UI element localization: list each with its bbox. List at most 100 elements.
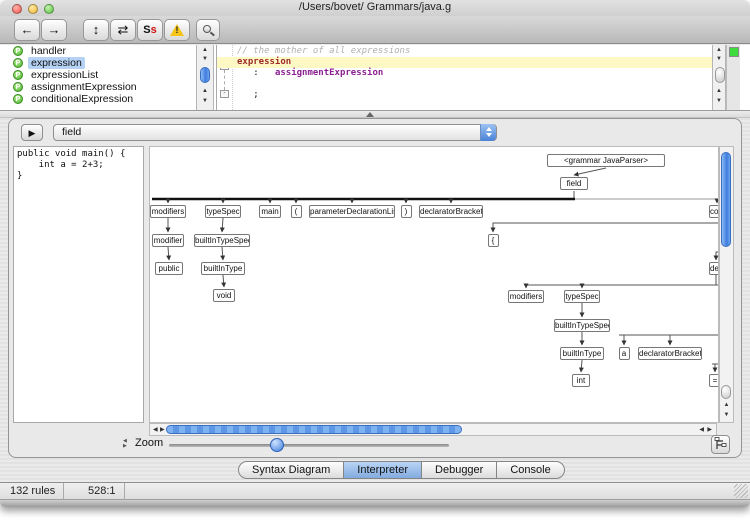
tree-node-rparen: )	[400, 205, 412, 218]
code-segment: :	[237, 68, 275, 78]
interpreter-input[interactable]: public void main() { int a = 2+3; }	[13, 146, 144, 423]
scroll-left-icon[interactable]: ◀	[699, 426, 704, 435]
interpreter-input-text: public void main() { int a = 2+3; }	[17, 149, 126, 181]
zoom-slider-thumb[interactable]	[270, 438, 284, 452]
parser-rule-icon: P	[13, 94, 23, 104]
tree-node-grammar: <grammar JavaParser>	[547, 154, 665, 167]
tree-node-modifiers2: modifiers	[508, 290, 544, 303]
tree-node-main: main	[259, 205, 281, 218]
start-rule-select[interactable]: field	[53, 124, 497, 141]
sort-rules-button[interactable]: ↕	[83, 19, 109, 41]
window-title: /Users/bovet/ Grammars/java.g	[298, 1, 452, 13]
parser-rule-icon: P	[13, 58, 23, 68]
rule-list-item[interactable]: PexpressionList	[0, 69, 196, 81]
status-bar: 132 rules 528:1	[0, 482, 750, 500]
play-icon: ▶	[28, 128, 36, 138]
editor-scrollbar[interactable]: ▲ ▼ ▲ ▼	[712, 45, 726, 110]
scroll-right-icon[interactable]: ▶	[160, 426, 165, 435]
panel-collapse-handle[interactable]: ◀ ▶	[123, 439, 127, 449]
parser-rule-icon: P	[13, 82, 23, 92]
rules-list[interactable]: Phandler Pexpression PexpressionList Passig…	[0, 45, 196, 110]
scroll-up-icon[interactable]: ▲	[720, 401, 733, 410]
tree-node-declaration: declaration	[709, 262, 718, 275]
back-button[interactable]: ←	[14, 19, 40, 41]
editor-lines: // the mother of all expressions expressi…	[217, 46, 712, 101]
scroll-up-icon[interactable]: ▲	[713, 46, 725, 55]
scroll-down-icon[interactable]: ▼	[197, 97, 213, 106]
back-icon: ←	[20, 22, 34, 37]
tree-icon	[714, 437, 727, 449]
window-bottom-edge	[0, 500, 750, 507]
tab-console[interactable]: Console	[497, 461, 565, 479]
tree-node-void: void	[213, 289, 235, 302]
tree-node-modifier: modifier	[152, 234, 184, 247]
fold-line	[224, 70, 225, 90]
scroll-down-icon[interactable]: ▼	[713, 55, 725, 64]
rule-list-item[interactable]: PassignmentExpression	[0, 81, 196, 93]
scroll-up-icon[interactable]: ▲	[713, 87, 725, 96]
tab-syntax-diagram[interactable]: Syntax Diagram	[238, 461, 345, 479]
editor-scrollbar-thumb[interactable]	[715, 67, 725, 83]
tab-interpreter[interactable]: Interpreter	[344, 461, 423, 479]
search-button[interactable]	[196, 19, 220, 41]
tree-node-field: field	[560, 177, 588, 190]
tree-node-builtInType1: builtInType	[201, 262, 245, 275]
collapse-up-icon[interactable]	[366, 112, 374, 117]
grammar-editor[interactable]: - - // the mother of all expressionsexpr…	[216, 45, 712, 110]
error-stripe	[726, 45, 740, 110]
title-bar[interactable]: /Users/bovet/ Grammars/java.g	[0, 0, 750, 16]
tree-horizontal-scrollbar[interactable]: ◀ ▶ ◀ ▶	[149, 423, 717, 436]
rule-list-item[interactable]: PconditionalExpression	[0, 93, 196, 105]
editor-line: : assignmentExpression	[233, 68, 712, 79]
code-segment: expression	[237, 57, 292, 67]
rules-scrollbar-thumb[interactable]	[200, 67, 210, 83]
tree-vertical-scrollbar[interactable]: ▲ ▼	[719, 146, 734, 423]
rule-count: 132 rules	[2, 483, 65, 499]
rule-label: expressionList	[31, 69, 99, 81]
syntax-coloring-button[interactable]: Ss	[137, 19, 163, 41]
resize-grip-icon[interactable]	[734, 484, 748, 498]
scroll-up-icon[interactable]: ▲	[197, 87, 213, 96]
scroll-down-icon[interactable]: ▼	[720, 411, 733, 420]
tree-vscrollbar-cap	[721, 385, 731, 399]
forward-icon: →	[47, 22, 61, 37]
code-segment: ;	[237, 90, 259, 100]
scroll-down-icon[interactable]: ▼	[713, 97, 725, 106]
tree-node-compound: compoundStatement	[709, 205, 718, 218]
rules-list-scrollbar[interactable]: ▲ ▼ ▲ ▼	[196, 45, 214, 110]
parse-tree-canvas[interactable]: <grammar JavaParser> field modifiers typeSp…	[149, 146, 719, 423]
top-pane: Phandler Pexpression PexpressionList Passig…	[0, 45, 750, 110]
tree-node-public: public	[155, 262, 183, 275]
tree-vscrollbar-thumb[interactable]	[721, 152, 731, 247]
toggle-view-button[interactable]: ⇄	[110, 19, 136, 41]
tree-node-declBrackets1: declaratorBrackets	[419, 205, 483, 218]
run-interpreter-button[interactable]: ▶	[21, 124, 43, 141]
editor-line: // the mother of all expressions	[233, 46, 712, 57]
rule-label: conditionalExpression	[31, 93, 134, 105]
view-tabs: Syntax Diagram Interpreter Debugger Console	[238, 461, 565, 479]
rule-list-item[interactable]: Pexpression	[0, 57, 196, 69]
editor-line: expression	[217, 57, 712, 68]
horizontal-splitter[interactable]	[0, 110, 750, 118]
rule-list-item[interactable]: Phandler	[0, 45, 196, 57]
tree-node-lbrace: {	[487, 234, 499, 247]
tab-debugger[interactable]: Debugger	[422, 461, 498, 479]
combo-stepper-icon[interactable]	[480, 124, 496, 141]
tree-view-toggle-button[interactable]	[711, 435, 730, 454]
warnings-button[interactable]: !	[164, 19, 190, 41]
no-errors-indicator	[729, 47, 739, 57]
scroll-up-icon[interactable]: ▲	[197, 46, 213, 55]
tree-node-typeSpec1: typeSpec	[205, 205, 241, 218]
scroll-right-icon[interactable]: ▶	[707, 426, 712, 435]
scroll-left-icon[interactable]: ◀	[153, 426, 158, 435]
forward-button[interactable]: →	[41, 19, 67, 41]
scroll-down-icon[interactable]: ▼	[197, 55, 213, 64]
zoom-slider-track[interactable]	[169, 444, 449, 447]
warning-exclamation: !	[175, 25, 179, 35]
code-segment: // the mother of all expressions	[237, 46, 411, 56]
editor-line: ;	[233, 90, 712, 101]
tree-hscrollbar-thumb[interactable]	[166, 425, 462, 434]
cycle-icon: ⇄	[117, 22, 129, 37]
fold-marker-icon[interactable]: -	[220, 90, 229, 98]
parser-rule-icon: P	[13, 70, 23, 80]
